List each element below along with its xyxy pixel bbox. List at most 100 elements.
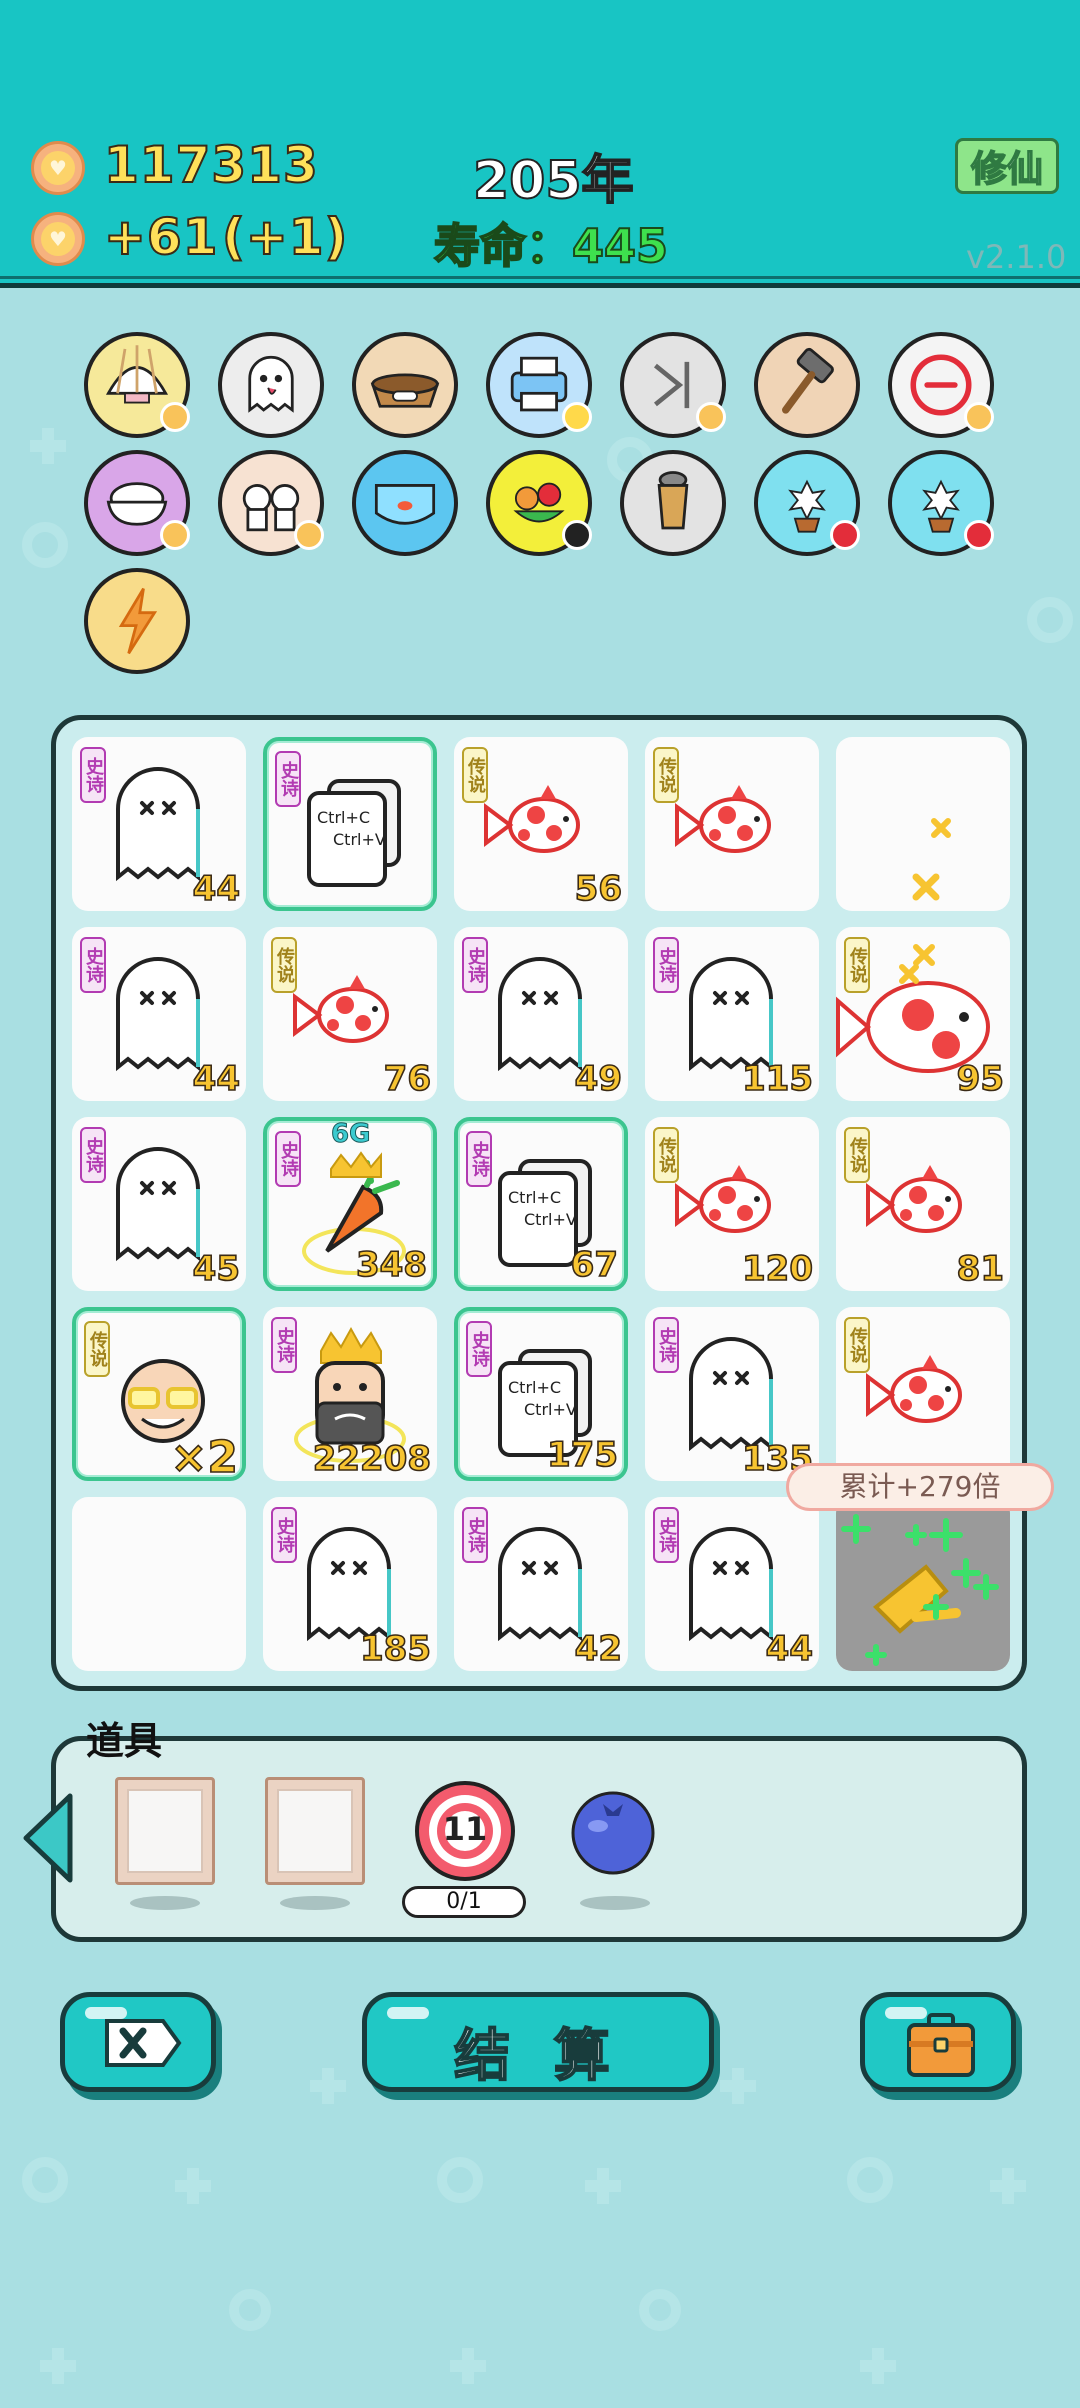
lightning-icon-art	[118, 587, 158, 655]
board-cell[interactable]: 史诗 49	[454, 927, 628, 1101]
board-cell[interactable]: 传说	[645, 737, 819, 911]
cell-value: ×2	[170, 1431, 239, 1484]
rarity-tag-epic: 史诗	[462, 937, 488, 993]
rarity-tag-legend: 传说	[653, 1127, 679, 1183]
rarity-tag-epic: 史诗	[466, 1131, 492, 1187]
cell-value: 22208	[312, 1438, 432, 1480]
bubble-tea-icon[interactable]	[620, 450, 726, 556]
board-cell[interactable]: 传说 76	[263, 927, 437, 1101]
year-counter: 205年	[472, 150, 635, 212]
fish-tank-icon[interactable]	[352, 450, 458, 556]
backpack-button[interactable]	[860, 1992, 1016, 2092]
rarity-tag-epic: 史诗	[275, 751, 301, 807]
paste-text: Ctrl+V	[524, 1210, 577, 1229]
hammer-icon-art	[782, 347, 834, 414]
board-cell[interactable]: 传说 56	[454, 737, 628, 911]
rarity-tag-epic: 史诗	[275, 1131, 301, 1187]
board-cell[interactable]: 传说 ×2	[72, 1307, 246, 1484]
sparkle-x-icon	[912, 818, 951, 901]
board-cell[interactable]	[72, 1497, 246, 1671]
rarity-tag-epic: 史诗	[80, 747, 106, 803]
board-cell[interactable]	[836, 737, 1010, 911]
board-cell[interactable]: 史诗 45	[72, 1117, 246, 1291]
rarity-tag-legend: 传说	[844, 1317, 870, 1373]
empty-frame-item[interactable]	[115, 1777, 215, 1885]
props-title: 道具	[86, 1719, 163, 1763]
multiplier-tooltip: 累计+279倍	[786, 1463, 1054, 1511]
cell-value: 95	[956, 1058, 1005, 1100]
fish-tank-icon-art	[374, 484, 436, 525]
coin-icon: ♥	[31, 141, 85, 195]
cultivate-button[interactable]: 修仙	[955, 138, 1059, 194]
cell-value: 45	[192, 1248, 241, 1290]
cell-value: 76	[383, 1058, 432, 1100]
lightning-icon[interactable]	[84, 568, 190, 674]
cell-value: 67	[570, 1244, 619, 1286]
heart-badge-icon	[160, 520, 190, 550]
rarity-tag-epic: 史诗	[466, 1321, 492, 1377]
life-label: 寿命：	[433, 218, 573, 274]
board-cell[interactable]: 6G 史诗 348	[263, 1117, 437, 1291]
cell-value: 44	[192, 868, 241, 910]
board-cell[interactable]: 史诗 42	[454, 1497, 628, 1671]
board-cell[interactable]	[836, 1497, 1010, 1671]
cell-value: 81	[956, 1248, 1005, 1290]
briefcase-icon	[907, 2013, 975, 2077]
paste-text: Ctrl+V	[524, 1400, 577, 1419]
cell-value: 120	[741, 1248, 814, 1290]
board-cell[interactable]: 传说	[836, 1307, 1010, 1481]
empty-slot	[72, 1497, 246, 1671]
settle-button[interactable]: 结 算	[362, 1992, 714, 2092]
rarity-tag-epic: 史诗	[653, 1507, 679, 1563]
cell-value: 175	[546, 1434, 619, 1476]
warning-badge-icon	[562, 402, 592, 432]
board-cell[interactable]: 传说 95	[836, 927, 1010, 1101]
V-badge-icon	[562, 520, 592, 550]
empty-frame-item[interactable]	[265, 1777, 365, 1885]
target-counter: 0/1	[402, 1886, 526, 1918]
board-cell[interactable]: 传说 120	[645, 1117, 819, 1291]
close-button[interactable]	[60, 1992, 216, 2092]
board-cell[interactable]: 史诗 44	[72, 927, 246, 1101]
settle-label: 结 算	[453, 2023, 622, 2090]
coin-total: 117313	[103, 135, 319, 195]
cell-value: 44	[765, 1628, 814, 1670]
pet-food-bowl-icon[interactable]	[352, 332, 458, 438]
board-cell[interactable]: 史诗 135	[645, 1307, 819, 1481]
rarity-tag-legend: 传说	[271, 937, 297, 993]
rarity-tag-epic: 史诗	[462, 1507, 488, 1563]
board-cell[interactable]: 史诗 115	[645, 927, 819, 1101]
board-cell[interactable]: 史诗 22208	[263, 1307, 437, 1481]
ghost-face-icon[interactable]	[218, 332, 324, 438]
rarity-tag-epic: 史诗	[653, 1317, 679, 1373]
hammer-icon[interactable]	[754, 332, 860, 438]
rarity-tag-epic: 史诗	[271, 1507, 297, 1563]
board-cell[interactable]: Ctrl+C Ctrl+V 史诗 67	[454, 1117, 628, 1291]
cell-value: 42	[574, 1628, 623, 1670]
board-cell[interactable]: 传说 81	[836, 1117, 1010, 1291]
version-label: v2.1.0	[966, 238, 1067, 276]
item-shadow	[130, 1896, 200, 1910]
cell-value: 348	[355, 1244, 428, 1286]
board-cell[interactable]: Ctrl+C Ctrl+V 史诗 175	[454, 1307, 628, 1481]
blueberry-icon[interactable]	[570, 1790, 656, 1876]
board-cell[interactable]: 史诗 44	[72, 737, 246, 911]
coin-income: +61	[103, 207, 219, 267]
rarity-tag-epic: 史诗	[80, 1127, 106, 1183]
item-shadow	[280, 1896, 350, 1910]
heart-badge-icon	[160, 402, 190, 432]
heart-badge-icon	[964, 402, 994, 432]
rarity-tag-epic: 史诗	[653, 937, 679, 993]
copy-text: Ctrl+C	[508, 1188, 562, 1207]
arrow-left-icon[interactable]	[18, 1788, 82, 1888]
ghost-face-icon-art	[248, 355, 294, 413]
rarity-tag-epic: 史诗	[271, 1317, 297, 1373]
board-cell[interactable]: 史诗 185	[263, 1497, 437, 1671]
coin-income-icon: ♥	[31, 212, 85, 266]
board-cell[interactable]: 史诗 44	[645, 1497, 819, 1671]
copy-text: Ctrl+C	[317, 808, 371, 827]
board-cell[interactable]: Ctrl+C Ctrl+V 史诗	[263, 737, 437, 911]
rarity-tag-legend: 传说	[844, 1127, 870, 1183]
life-value: 445	[571, 218, 669, 274]
golden-hand-pointer-icon	[836, 1497, 1010, 1671]
